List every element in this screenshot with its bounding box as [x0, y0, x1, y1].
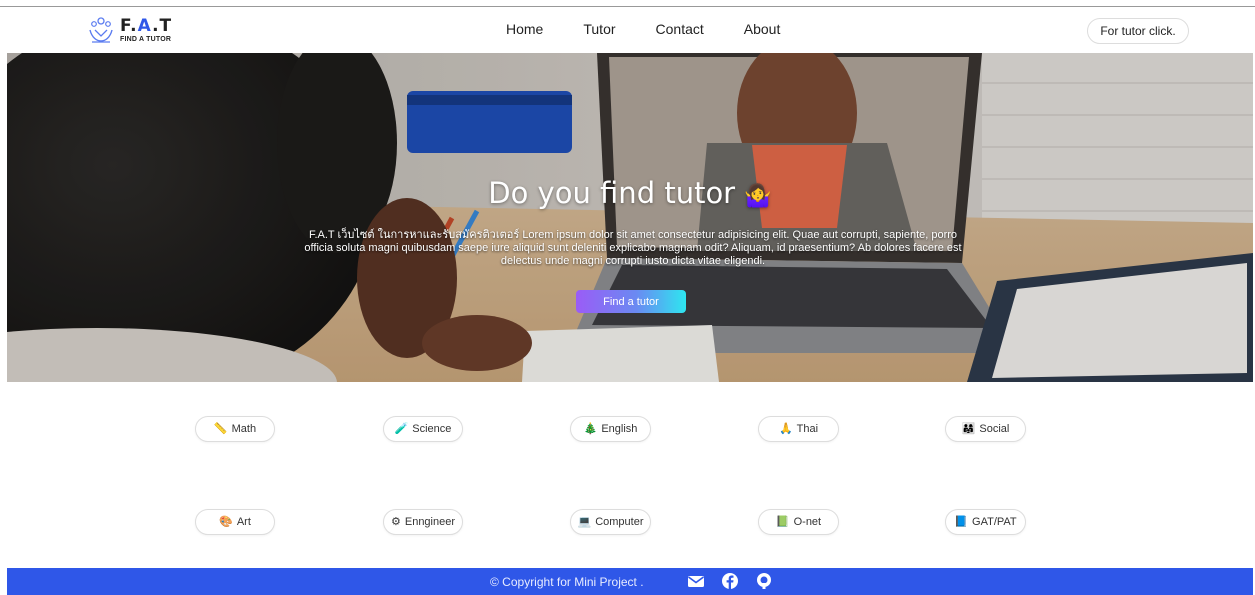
category-english[interactable]: 🎄 English — [570, 416, 651, 442]
test-tube-icon: 🧪 — [394, 422, 409, 435]
category-science[interactable]: 🧪 Science — [383, 416, 463, 442]
hero-title: Do you find tutor 🤷‍♀️ — [488, 176, 772, 210]
category-math[interactable]: 📏 Math — [195, 416, 275, 442]
category-label: O-net — [793, 516, 822, 528]
nav-home[interactable]: Home — [506, 21, 543, 37]
category-computer[interactable]: 💻 Computer — [570, 509, 651, 535]
category-label: GAT/PAT — [972, 516, 1017, 528]
category-label: Art — [236, 516, 251, 528]
category-label: Math — [231, 423, 257, 435]
category-thai[interactable]: 🙏 Thai — [758, 416, 839, 442]
shrug-icon: 🤷‍♀️ — [744, 184, 772, 209]
category-art[interactable]: 🎨 Art — [195, 509, 275, 535]
logo-subtitle: FIND A TUTOR — [120, 35, 172, 43]
copyright-text: © Copyright for Mini Project . — [490, 575, 644, 589]
footer: © Copyright for Mini Project . — [7, 568, 1253, 595]
logo[interactable]: F.A.T FIND A TUTOR — [88, 13, 172, 47]
nav-contact[interactable]: Contact — [656, 21, 704, 37]
laptop-icon: 💻 — [577, 515, 592, 528]
category-label: Science — [412, 423, 452, 435]
hero-overlay — [7, 53, 1253, 382]
gear-icon: ⚙ — [390, 515, 401, 528]
facebook-icon[interactable] — [721, 572, 739, 590]
ruler-icon: 📏 — [213, 422, 228, 435]
family-icon: 👨‍👩‍👧 — [961, 422, 976, 435]
logo-icon — [89, 17, 113, 43]
category-gatpat[interactable]: 📘 GAT/PAT — [945, 509, 1026, 535]
category-label: Social — [979, 423, 1010, 435]
nav-links: Home Tutor Contact About — [506, 21, 780, 37]
category-label: Enngineer — [404, 516, 456, 528]
hands-icon: 🙏 — [778, 422, 793, 435]
nav-tutor[interactable]: Tutor — [583, 21, 615, 37]
category-label: Computer — [595, 516, 644, 528]
tree-icon: 🎄 — [583, 422, 598, 435]
github-icon[interactable] — [755, 572, 773, 590]
green-book-icon: 📗 — [775, 515, 790, 528]
category-label: English — [601, 423, 638, 435]
blue-book-icon: 📘 — [954, 515, 969, 528]
category-social[interactable]: 👨‍👩‍👧 Social — [945, 416, 1026, 442]
category-label: Thai — [796, 423, 819, 435]
find-tutor-button[interactable]: Find a tutor — [576, 290, 686, 313]
palette-icon: 🎨 — [219, 515, 233, 528]
hero-description: F.A.T เว็บไซต์ ในการหาและรับสมัครติวเตอร… — [304, 229, 962, 267]
navbar: F.A.T FIND A TUTOR Home Tutor Contact Ab… — [0, 7, 1255, 53]
hero-banner: Do you find tutor 🤷‍♀️ F.A.T เว็บไซต์ ใน… — [7, 53, 1253, 382]
logo-title: F.A.T — [120, 15, 173, 36]
category-engineer[interactable]: ⚙ Enngineer — [383, 509, 463, 535]
mail-icon[interactable] — [687, 572, 705, 590]
category-onet[interactable]: 📗 O-net — [758, 509, 839, 535]
for-tutor-button[interactable]: For tutor click. — [1087, 18, 1189, 44]
nav-about[interactable]: About — [744, 21, 781, 37]
